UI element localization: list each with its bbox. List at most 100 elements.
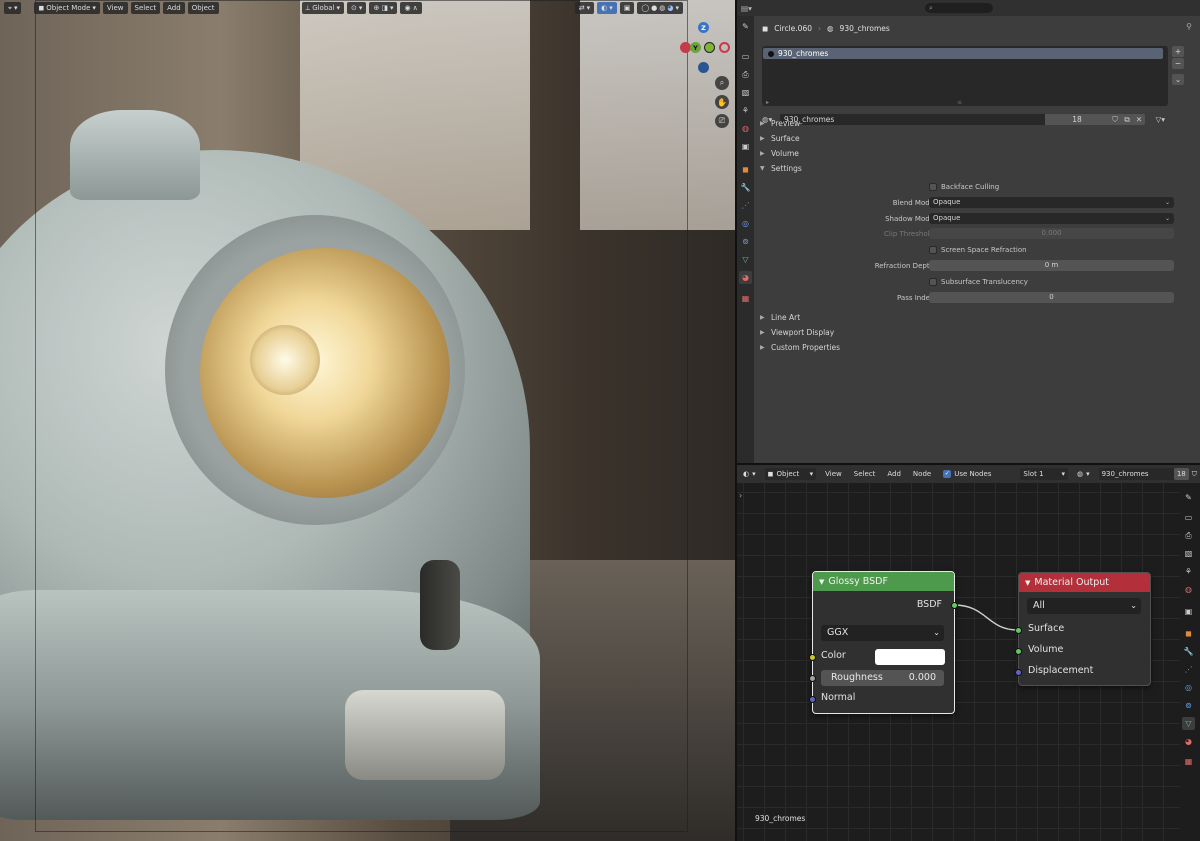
menu-select[interactable]: Select: [851, 468, 879, 480]
material-output-node[interactable]: ▼ Material Output All ⌄ Surface Volume Di…: [1015, 572, 1151, 686]
tab-render-icon[interactable]: ▭: [739, 50, 752, 63]
tab-particles-icon[interactable]: ⋰: [1182, 663, 1195, 676]
tab-constraints-icon[interactable]: ⊚: [1182, 699, 1195, 712]
menu-node[interactable]: Node: [910, 468, 934, 480]
overlays-button[interactable]: ◐ ▾: [597, 2, 617, 14]
section-line-art[interactable]: ▶ Line Art: [760, 310, 1176, 324]
tab-output-icon[interactable]: ⎙: [1182, 529, 1195, 542]
area-divider-vertical[interactable]: [735, 0, 737, 841]
editor-type-button[interactable]: ⌖ ▾: [4, 2, 22, 14]
shader-type-select[interactable]: ◼ Object ▾: [764, 468, 817, 480]
tab-tool-icon[interactable]: ✎: [1182, 491, 1195, 504]
editor-type-icon[interactable]: ▤▾: [741, 4, 752, 13]
shadow-mode-dropdown[interactable]: Opaque ⌄: [929, 213, 1174, 224]
section-volume[interactable]: ▶ Volume: [760, 146, 1176, 160]
tab-world-icon[interactable]: ◍: [1182, 583, 1195, 596]
tab-scene-icon[interactable]: ⚘: [739, 104, 752, 117]
section-preview[interactable]: ▶ Preview: [760, 116, 1176, 130]
output-node-header[interactable]: ▼ Material Output: [1019, 573, 1150, 592]
tab-render-icon[interactable]: ▭: [1182, 511, 1195, 524]
tab-view-layer-icon[interactable]: ▧: [739, 86, 752, 99]
ssr-checkbox[interactable]: Screen Space Refraction: [929, 244, 1027, 256]
menu-object[interactable]: Object: [187, 2, 219, 14]
section-custom-properties[interactable]: ▶ Custom Properties: [760, 340, 1176, 354]
tab-collection-icon[interactable]: ▣: [1182, 605, 1195, 618]
gizmo-x-axis[interactable]: [704, 42, 715, 53]
tab-physics-icon[interactable]: ◎: [1182, 681, 1195, 694]
tab-object-icon[interactable]: ◼: [1182, 627, 1195, 640]
color-swatch[interactable]: [875, 649, 945, 665]
section-viewport-display[interactable]: ▶ Viewport Display: [760, 325, 1176, 339]
tab-constraints-icon[interactable]: ⊚: [739, 235, 752, 248]
volume-input-socket[interactable]: [1015, 648, 1022, 655]
gizmo-x-pos[interactable]: [719, 42, 730, 53]
tab-collection-icon[interactable]: ▣: [739, 140, 752, 153]
collapse-node-icon[interactable]: ▼: [1025, 579, 1030, 587]
menu-add[interactable]: Add: [884, 468, 904, 480]
material-slot-row[interactable]: 930_chromes: [763, 48, 1163, 59]
camera-view-icon[interactable]: ⎚: [715, 114, 729, 128]
pass-index-field[interactable]: 0: [929, 292, 1174, 303]
tab-scene-icon[interactable]: ⚘: [1182, 565, 1195, 578]
menu-view[interactable]: View: [102, 2, 128, 14]
displacement-input-socket[interactable]: [1015, 669, 1022, 676]
menu-select[interactable]: Select: [130, 2, 161, 14]
section-surface[interactable]: ▶ Surface: [760, 131, 1176, 145]
tab-material-icon[interactable]: ◕: [1182, 735, 1195, 748]
tab-material-icon[interactable]: ◕: [739, 271, 752, 284]
proportional-edit-toggle[interactable]: ◉ ∧: [400, 2, 422, 14]
blend-mode-dropdown[interactable]: Opaque ⌄: [929, 197, 1174, 208]
backface-culling-checkbox[interactable]: Backface Culling: [929, 181, 999, 193]
glossy-node-header[interactable]: ▼ Glossy BSDF: [813, 572, 954, 591]
mode-select[interactable]: ◼ Object Mode ▾: [34, 2, 100, 14]
tab-modifiers-icon[interactable]: 🔧: [739, 181, 752, 194]
pan-hand-icon[interactable]: ✋: [715, 95, 729, 109]
tab-object-icon[interactable]: ◼: [739, 163, 752, 176]
sidebar-toggle-icon[interactable]: ›: [739, 491, 742, 500]
shading-modes[interactable]: ◯ ● ◍ ◕ ▾: [637, 2, 684, 14]
list-resize-handle[interactable]: ≡: [957, 99, 962, 106]
tab-output-icon[interactable]: ⎙: [739, 68, 752, 81]
tab-data-icon[interactable]: ▽: [1182, 717, 1195, 730]
xray-toggle[interactable]: ▣: [619, 2, 635, 14]
bsdf-output-socket[interactable]: [951, 602, 958, 609]
zoom-icon[interactable]: ⌕: [715, 76, 729, 90]
material-slot-list[interactable]: 930_chromes ≡ ▸: [762, 46, 1168, 106]
collapse-node-icon[interactable]: ▼: [819, 578, 824, 586]
tab-tool-icon[interactable]: ✎: [739, 20, 752, 33]
normal-input-socket[interactable]: [809, 696, 816, 703]
fake-user-icon[interactable]: ⛉: [1189, 468, 1200, 480]
browse-material-button[interactable]: ◍ ▾: [1074, 468, 1093, 480]
slot-specials-button[interactable]: ⌄: [1172, 74, 1184, 85]
tab-view-layer-icon[interactable]: ▧: [1182, 547, 1195, 560]
3d-viewport[interactable]: ⌖ ▾ ◼ Object Mode ▾ View Select Add Object …: [0, 0, 735, 841]
clip-threshold-field[interactable]: 0.000: [929, 228, 1174, 239]
distribution-dropdown[interactable]: GGX ⌄: [821, 625, 944, 641]
material-name-field[interactable]: 930_chromes: [1098, 468, 1174, 480]
show-gizmo-button[interactable]: ⇄ ▾: [574, 2, 595, 14]
pivot-select[interactable]: ⊙ ▾: [347, 2, 367, 14]
editor-type-button[interactable]: ◐ ▾: [740, 468, 759, 480]
gizmo-y-axis[interactable]: Y: [690, 42, 701, 53]
slot-remove-button[interactable]: −: [1172, 58, 1184, 69]
tab-data-icon[interactable]: ▽: [739, 253, 752, 266]
surface-input-socket[interactable]: [1015, 627, 1022, 634]
tab-texture-icon[interactable]: ▦: [739, 292, 752, 305]
tab-texture-icon[interactable]: ▦: [1182, 755, 1195, 768]
properties-search[interactable]: ⌕: [925, 3, 993, 13]
slot-select[interactable]: Slot 1 ▾: [1020, 468, 1068, 480]
user-count[interactable]: 18: [1173, 468, 1189, 480]
output-target-dropdown[interactable]: All ⌄: [1027, 598, 1141, 614]
menu-add[interactable]: Add: [163, 2, 185, 14]
shader-node-editor[interactable]: ◐ ▾ ◼ Object ▾ View Select Add Node ✓ Use No…: [737, 465, 1200, 841]
gizmo-z-axis[interactable]: Z: [698, 22, 709, 33]
color-input-socket[interactable]: [809, 654, 816, 661]
menu-view[interactable]: View: [822, 468, 845, 480]
pin-icon[interactable]: ⚲: [1186, 22, 1192, 31]
glossy-bsdf-node[interactable]: ▼ Glossy BSDF BSDF GGX ⌄ Color Roughness …: [809, 571, 958, 714]
roughness-input-socket[interactable]: [809, 675, 816, 682]
use-nodes-toggle[interactable]: ✓ Use Nodes: [940, 468, 994, 480]
section-settings[interactable]: ▼ Settings: [760, 161, 1176, 175]
roughness-slider[interactable]: Roughness 0.000: [821, 670, 944, 686]
tab-physics-icon[interactable]: ◎: [739, 217, 752, 230]
